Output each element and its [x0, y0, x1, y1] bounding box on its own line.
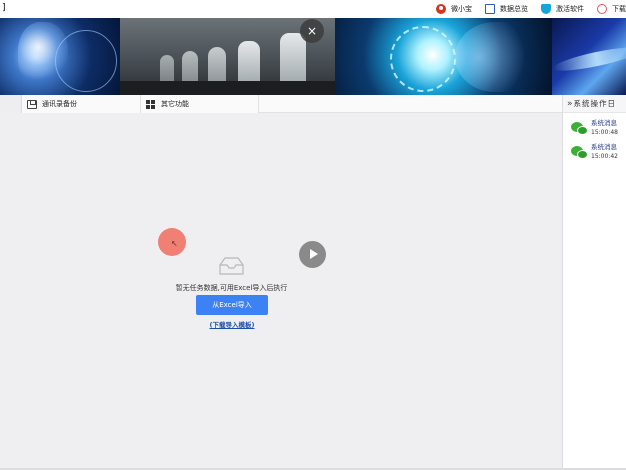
- log-item[interactable]: 系统消息 15:00:48: [571, 119, 626, 137]
- save-icon: [27, 99, 37, 109]
- log-time: 15:00:48: [591, 129, 618, 136]
- nav-label: 微小宝: [451, 5, 472, 13]
- import-from-excel-button[interactable]: 从Excel导入: [196, 295, 268, 315]
- tab-bar: 通讯录备份 其它功能: [0, 95, 562, 113]
- windows-icon: [146, 99, 156, 109]
- wechat-icon: [571, 146, 589, 160]
- banner-image-ai-head: [0, 18, 120, 95]
- log-title: 系统消息: [591, 143, 617, 151]
- log-panel-header[interactable]: » 系统操作日: [563, 95, 626, 113]
- nav-item-download[interactable]: 下载: [597, 4, 626, 14]
- document-icon: [485, 4, 495, 14]
- banner-image-wave: [552, 18, 626, 95]
- log-time: 15:00:42: [591, 153, 618, 160]
- nav-item-profile[interactable]: 微小宝: [436, 4, 472, 14]
- operation-log-panel: » 系统操作日 系统消息 15:00:48 系统消息 15:00:42: [562, 95, 626, 468]
- tab-label: 其它功能: [161, 100, 189, 108]
- close-banner-button[interactable]: ×: [300, 19, 324, 43]
- top-bar: ] 微小宝 数据总览 激活软件 下载: [0, 0, 626, 18]
- nav-label: 数据总览: [500, 5, 528, 13]
- play-button[interactable]: [299, 241, 326, 268]
- download-icon: [597, 4, 607, 14]
- click-indicator: ↖: [158, 228, 186, 256]
- nav-label: 激活软件: [556, 5, 584, 13]
- nav-item-data-overview[interactable]: 数据总览: [485, 4, 528, 14]
- tab-other-functions[interactable]: 其它功能: [141, 95, 259, 113]
- user-icon: [436, 4, 446, 14]
- nav-label: 下载: [612, 5, 626, 13]
- window-title-fragment: ]: [2, 3, 6, 13]
- chevron-double-right-icon[interactable]: »: [567, 99, 572, 109]
- download-template-link[interactable]: (下载导入模板): [202, 319, 262, 329]
- tab-label: 通讯录备份: [42, 100, 77, 108]
- nav-item-activate[interactable]: 激活软件: [541, 4, 584, 14]
- log-panel-title: 系统操作日: [573, 99, 617, 108]
- empty-inbox-icon: [219, 257, 244, 275]
- banner-image-cyber-face: [335, 18, 552, 95]
- tab-contacts-backup[interactable]: 通讯录备份: [22, 95, 141, 113]
- cursor-icon: ↖: [171, 239, 178, 248]
- shield-icon: [541, 4, 551, 14]
- log-item[interactable]: 系统消息 15:00:42: [571, 143, 626, 161]
- log-title: 系统消息: [591, 119, 617, 127]
- wechat-icon: [571, 122, 589, 136]
- empty-state-message: 暂无任务数据,可用Excel导入后执行: [175, 284, 288, 292]
- tab-stub: [0, 95, 22, 113]
- top-nav: 微小宝 数据总览 激活软件 下载: [436, 0, 626, 18]
- task-area: ↖ 暂无任务数据,可用Excel导入后执行 从Excel导入 (下载导入模板): [0, 113, 562, 468]
